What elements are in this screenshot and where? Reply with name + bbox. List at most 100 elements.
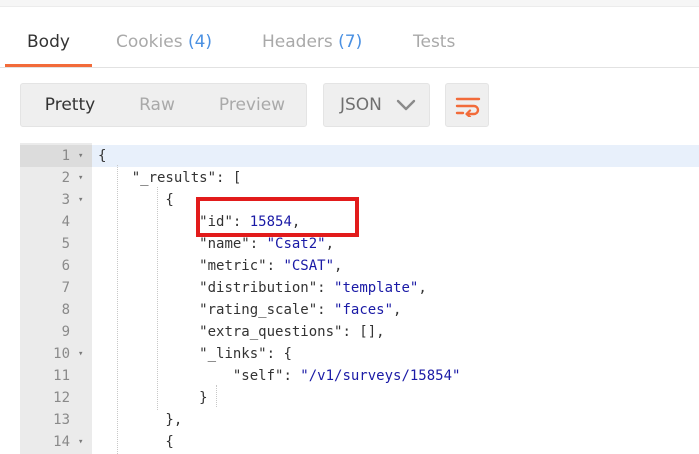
code-line[interactable]: 8 "rating_scale": "faces", bbox=[20, 299, 699, 321]
code-token: , bbox=[418, 280, 427, 296]
code-token: "_results" bbox=[131, 170, 217, 186]
wrap-lines-button[interactable] bbox=[445, 83, 489, 127]
line-number: 11 bbox=[53, 368, 70, 384]
fold-arrow-icon[interactable]: ▾ bbox=[78, 343, 88, 365]
code-token: "extra_questions" bbox=[199, 324, 343, 340]
line-number-cell: 12 bbox=[20, 387, 92, 409]
code-token: : bbox=[266, 258, 284, 274]
code-token: { bbox=[98, 148, 107, 164]
code-token: "faces" bbox=[334, 302, 394, 318]
preview-button[interactable]: Preview bbox=[205, 84, 299, 126]
line-number-cell: 5 bbox=[20, 233, 92, 255]
code-text: { bbox=[98, 145, 106, 167]
code-token: , bbox=[393, 302, 402, 318]
code-token: "CSAT" bbox=[283, 258, 335, 274]
tab-body[interactable]: Body bbox=[27, 32, 70, 52]
code-token: , bbox=[334, 258, 343, 274]
code-token: "Csat2" bbox=[266, 236, 326, 252]
line-number-cell: 4 bbox=[20, 211, 92, 233]
code-text: "extra_questions": [], bbox=[98, 321, 385, 343]
line-number-cell: 13 bbox=[20, 409, 92, 431]
code-text: { bbox=[98, 431, 174, 453]
code-line[interactable]: 12 } bbox=[20, 387, 699, 409]
fold-arrow-icon[interactable]: ▾ bbox=[78, 145, 88, 167]
code-token: : bbox=[317, 302, 335, 318]
tab-cookies-label: Cookies bbox=[116, 32, 183, 52]
line-number: 5 bbox=[61, 236, 70, 252]
code-token: "metric" bbox=[199, 258, 267, 274]
code-line[interactable]: 13 }, bbox=[20, 409, 699, 431]
code-token: : [], bbox=[342, 324, 385, 340]
code-text: }, bbox=[98, 409, 182, 431]
line-number: 2 bbox=[61, 170, 70, 186]
code-line[interactable]: 4 "id": 15854, bbox=[20, 211, 699, 233]
fold-arrow-icon[interactable]: ▾ bbox=[78, 167, 88, 189]
code-token: "/v1/surveys/15854" bbox=[300, 368, 461, 384]
top-bar bbox=[0, 0, 699, 7]
code-line[interactable]: 14 ▾ { bbox=[20, 431, 699, 453]
code-text: "rating_scale": "faces", bbox=[98, 299, 401, 321]
line-number-cell: 14 ▾ bbox=[20, 431, 92, 453]
code-token: { bbox=[98, 434, 174, 450]
code-token: "self" bbox=[232, 368, 284, 384]
code-token: : { bbox=[266, 346, 292, 362]
line-number: 3 bbox=[61, 192, 70, 208]
code-line[interactable]: 6 "metric": "CSAT", bbox=[20, 255, 699, 277]
code-line[interactable]: 2 ▾ "_results": [ bbox=[20, 167, 699, 189]
code-token: "_links" bbox=[199, 346, 267, 362]
line-number: 9 bbox=[61, 324, 70, 340]
indent-guide bbox=[157, 187, 158, 410]
line-number: 1 bbox=[61, 148, 70, 164]
line-number-cell: 11 bbox=[20, 365, 92, 387]
code-text: { bbox=[98, 189, 173, 211]
response-tabs: Body Cookies (4) Headers (7) Tests bbox=[0, 20, 699, 68]
code-token: , bbox=[325, 236, 335, 252]
active-tab-indicator bbox=[5, 64, 92, 67]
code-line[interactable]: 11 "self": "/v1/surveys/15854" bbox=[20, 365, 699, 387]
format-select[interactable]: JSON bbox=[323, 83, 430, 127]
line-number-cell: 9 bbox=[20, 321, 92, 343]
tab-body-label: Body bbox=[27, 32, 70, 52]
raw-button[interactable]: Raw bbox=[121, 84, 193, 126]
view-mode-group: Pretty Raw Preview bbox=[20, 83, 307, 127]
code-token: "name" bbox=[199, 236, 250, 252]
pretty-button[interactable]: Pretty bbox=[25, 84, 115, 126]
fold-arrow-icon[interactable]: ▾ bbox=[78, 431, 88, 453]
code-token: "distribution" bbox=[199, 280, 318, 296]
line-number-cell: 7 bbox=[20, 277, 92, 299]
tab-tests[interactable]: Tests bbox=[413, 32, 455, 52]
indent-guide bbox=[216, 385, 217, 407]
line-number-cell: 6 bbox=[20, 255, 92, 277]
line-number: 7 bbox=[61, 280, 70, 296]
code-text: } bbox=[98, 387, 207, 409]
tab-headers-label: Headers bbox=[262, 32, 333, 52]
response-body-editor[interactable]: 1 ▾{2 ▾ "_results": [3 ▾ {4 "id": 15854, 5 "… bbox=[20, 143, 699, 454]
code-line[interactable]: 7 "distribution": "template", bbox=[20, 277, 699, 299]
fold-arrow-icon[interactable]: ▾ bbox=[78, 189, 88, 211]
line-number-cell: 8 bbox=[20, 299, 92, 321]
tab-cookies-count: (4) bbox=[187, 32, 213, 52]
tab-tests-label: Tests bbox=[413, 32, 456, 52]
code-line[interactable]: 3 ▾ { bbox=[20, 189, 699, 211]
code-token: : bbox=[317, 280, 335, 296]
tab-headers[interactable]: Headers (7) bbox=[262, 32, 362, 52]
line-number-cell: 10 ▾ bbox=[20, 343, 92, 365]
code-line[interactable]: 10 ▾ "_links": { bbox=[20, 343, 699, 365]
tab-headers-count: (7) bbox=[338, 32, 363, 52]
tab-cookies[interactable]: Cookies (4) bbox=[116, 32, 212, 52]
code-token: "template" bbox=[334, 280, 419, 296]
line-number: 14 bbox=[53, 434, 70, 450]
line-number: 13 bbox=[53, 412, 70, 428]
code-text: "self": "/v1/surveys/15854" bbox=[98, 365, 461, 387]
line-number: 10 bbox=[53, 346, 70, 362]
code-line[interactable]: 5 "name": "Csat2", bbox=[20, 233, 699, 255]
code-line[interactable]: 9 "extra_questions": [], bbox=[20, 321, 699, 343]
code-line[interactable]: 1 ▾ { bbox=[20, 145, 699, 167]
